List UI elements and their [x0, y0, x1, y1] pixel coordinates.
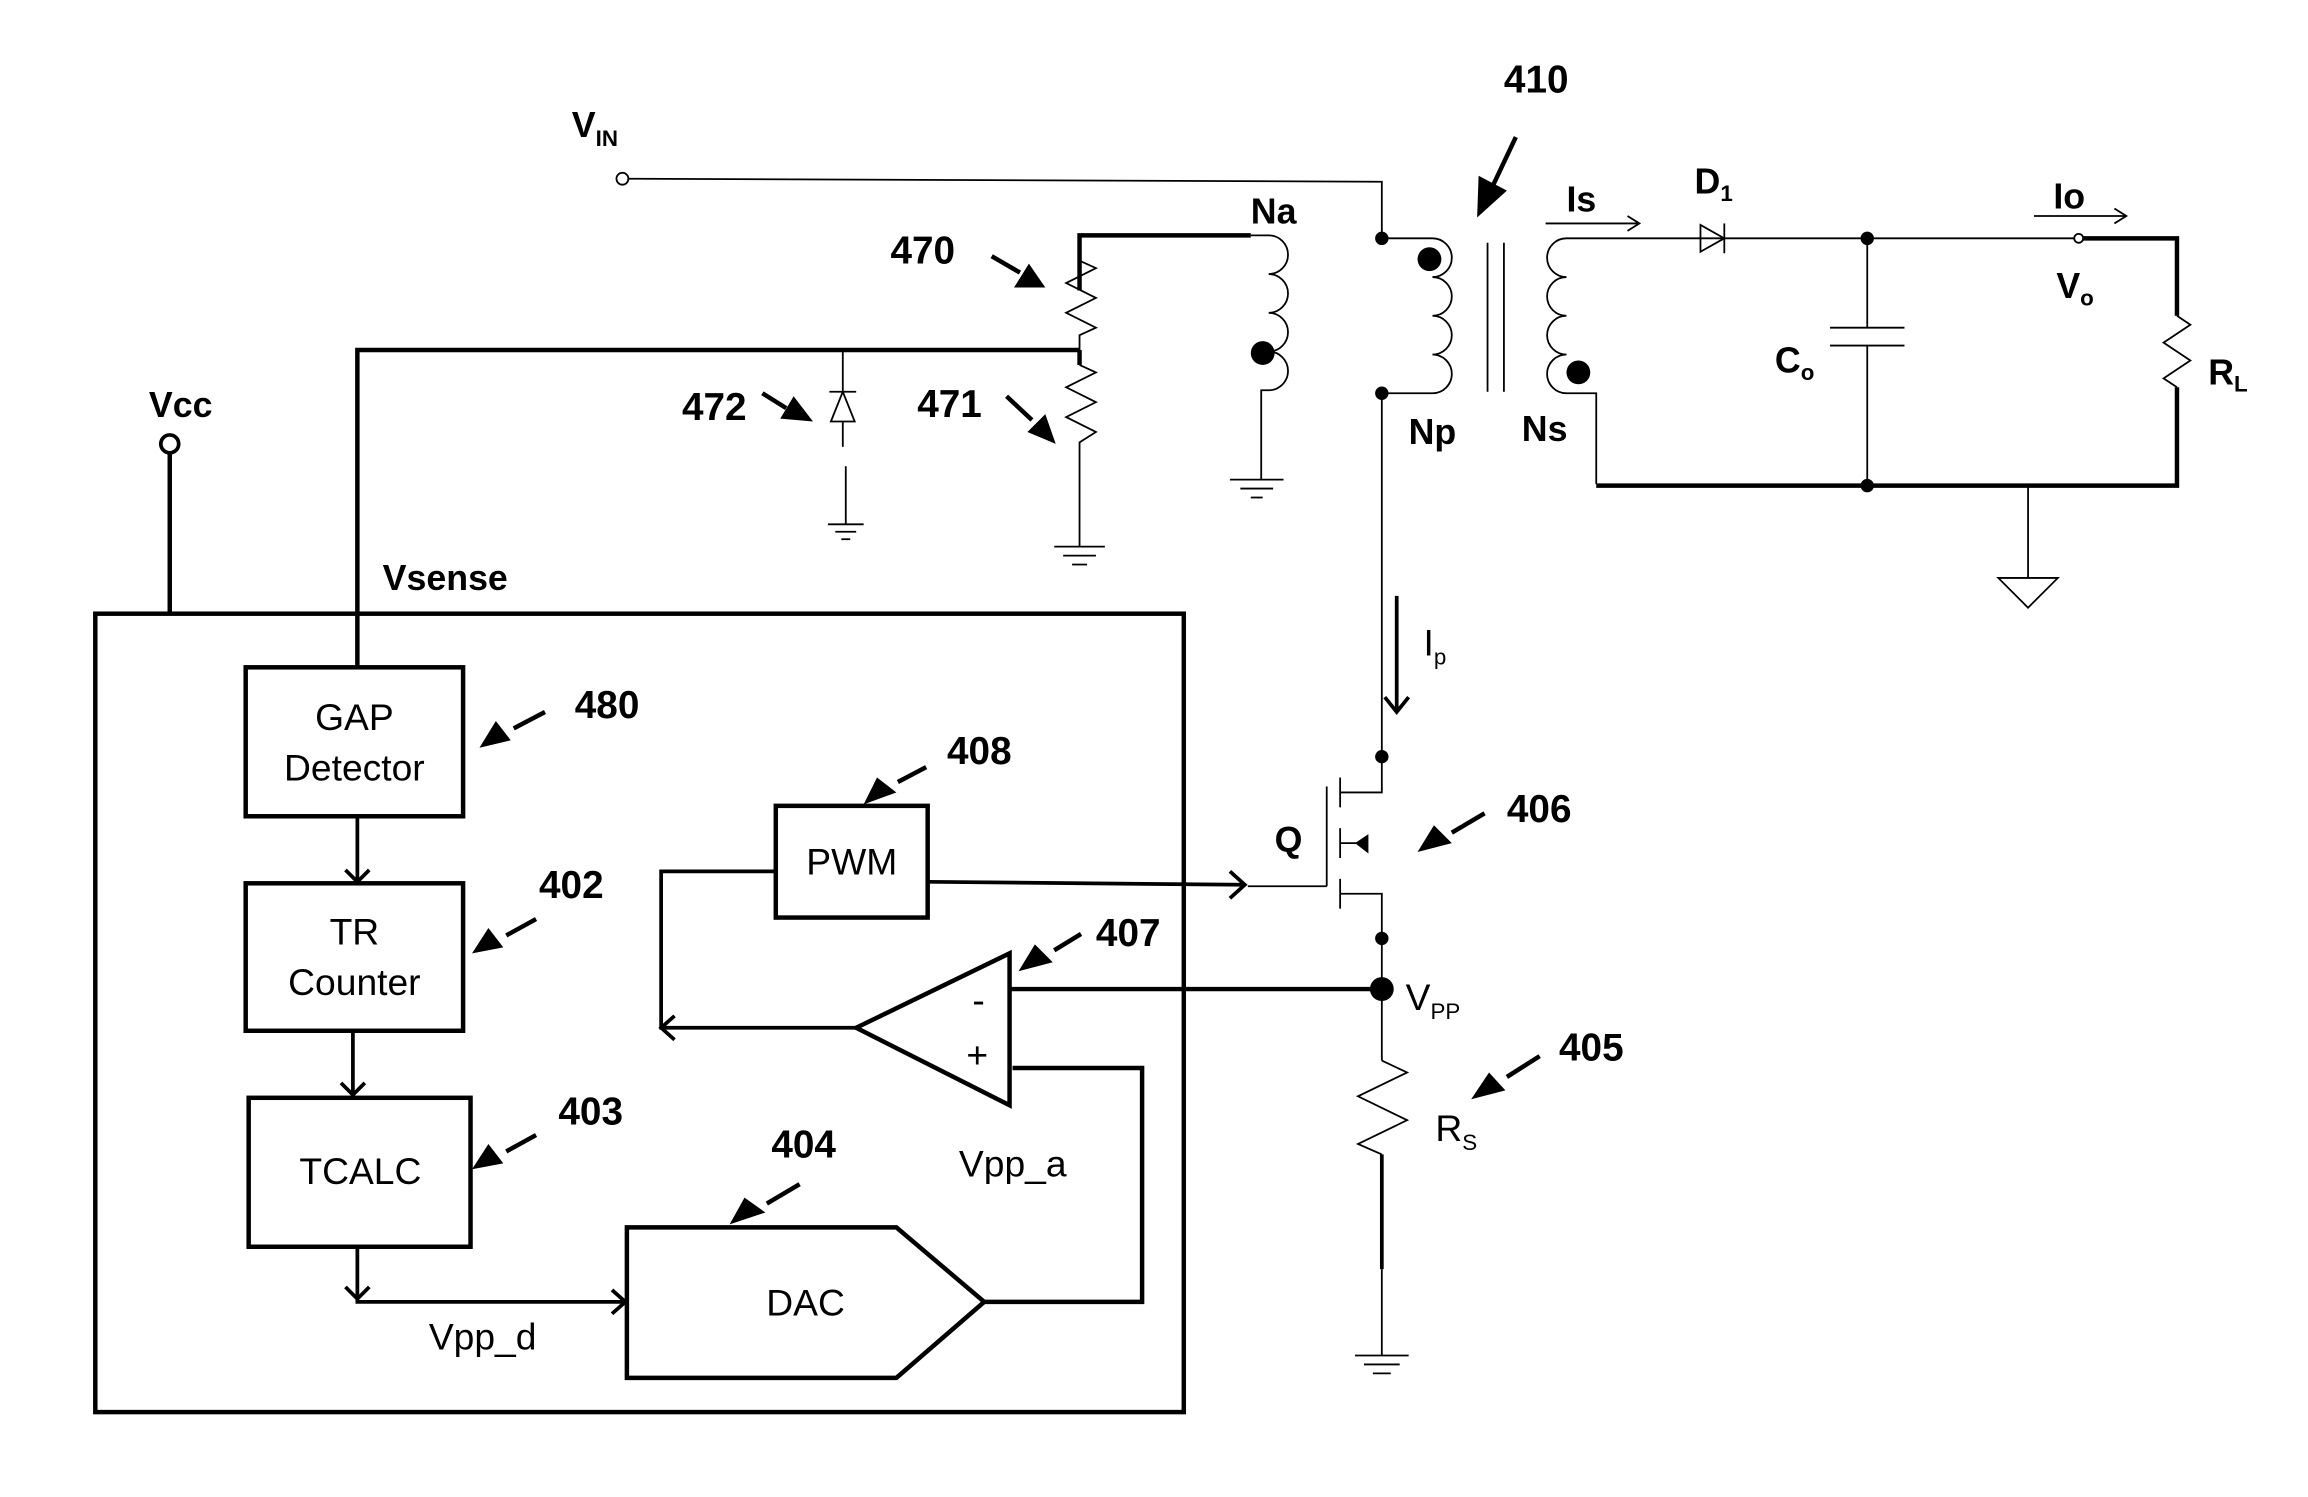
- secondary-polarity-dot: [1566, 360, 1591, 385]
- is-label: Is: [1566, 180, 1596, 220]
- rl-label: RL: [2208, 352, 2247, 396]
- ref-472-arrow: [761, 391, 814, 422]
- aux-top-wire: [1077, 233, 1251, 291]
- ref-404-arrow: [729, 1182, 801, 1225]
- tcalc-label: TCALC: [299, 1150, 421, 1192]
- primary-polarity-dot: [1417, 247, 1442, 272]
- ref-406: 406: [1507, 788, 1572, 831]
- arrow-tcalc-to-dac: [344, 1246, 629, 1316]
- gap-detector-block: [243, 665, 466, 819]
- aux-polarity-dot: [1250, 341, 1275, 365]
- ref-471-arrow: [1005, 394, 1056, 444]
- ip-label: Ip: [1424, 621, 1447, 669]
- gap-detector-line1: GAP: [315, 696, 394, 738]
- output-ground: [1996, 485, 2060, 610]
- ref-404: 404: [771, 1123, 836, 1166]
- q-label: Q: [1275, 820, 1303, 860]
- ns-label: Ns: [1522, 409, 1568, 449]
- ref-402-arrow: [472, 917, 538, 954]
- ref-403: 403: [558, 1091, 623, 1134]
- arrow-gap-to-tr: [344, 816, 371, 885]
- ref-405-arrow: [1471, 1054, 1541, 1100]
- transformer-410: [1375, 231, 2085, 485]
- resistor-471: [1054, 350, 1105, 566]
- na-label: Na: [1251, 191, 1298, 231]
- ref-472: 472: [682, 386, 747, 429]
- vo-terminal: [2073, 232, 2085, 244]
- ref-403-arrow: [472, 1133, 538, 1170]
- tr-counter-line1: TR: [330, 910, 380, 952]
- comparator-407: [851, 949, 1012, 1109]
- d1-label: D1: [1695, 162, 1733, 206]
- rs-label: RS: [1435, 1107, 1477, 1155]
- ref-410-arrow: [1477, 136, 1518, 218]
- secondary-winding: [1546, 237, 2085, 485]
- ref-406-arrow: [1417, 811, 1486, 853]
- ref-405: 405: [1559, 1027, 1624, 1070]
- vpp-a-label: Vpp_a: [959, 1143, 1067, 1185]
- comparator-minus: -: [972, 979, 984, 1021]
- pwm-to-gate-wire: [927, 870, 1248, 900]
- ref-471: 471: [917, 383, 982, 426]
- ref-470-arrow: [990, 254, 1046, 288]
- vin-terminal: [615, 171, 630, 186]
- vpp-d-label: Vpp_d: [429, 1316, 537, 1358]
- vcc-terminal: [158, 433, 181, 455]
- comparator-plus: +: [966, 1034, 988, 1076]
- pwm-label: PWM: [806, 840, 897, 882]
- co-label: Co: [1775, 340, 1814, 384]
- vcc-label: Vcc: [149, 385, 213, 425]
- mosfet-q: [1247, 756, 1383, 939]
- ref-480: 480: [575, 684, 640, 727]
- return-wire: [1596, 387, 2180, 488]
- ref-410: 410: [1504, 58, 1569, 101]
- vpp-label: VPP: [1406, 976, 1461, 1024]
- dac-label: DAC: [766, 1281, 845, 1323]
- np-label: Np: [1409, 412, 1457, 452]
- controller-ic: [93, 611, 1187, 1415]
- ref-407-arrow: [1018, 932, 1083, 972]
- ref-407: 407: [1096, 912, 1161, 955]
- primary-winding: [1381, 237, 1453, 395]
- comparator-to-pwm-wire: [658, 869, 857, 1042]
- ref-402: 402: [539, 864, 604, 907]
- resistor-rs: [1355, 1059, 1410, 1375]
- ref-408: 408: [947, 730, 1012, 773]
- io-label: Io: [2053, 177, 2085, 217]
- diode-472: [827, 350, 864, 541]
- vsense-label: Vsense: [383, 558, 508, 598]
- tr-counter-line2: Counter: [288, 961, 420, 1003]
- ref-480-arrow: [479, 710, 547, 748]
- gap-detector-line2: Detector: [284, 747, 425, 789]
- arrow-tr-to-tcalc: [339, 1030, 367, 1098]
- vin-label: VIN: [572, 105, 618, 151]
- ip-arrow: [1383, 595, 1411, 715]
- schematic-canvas: VIN Np Ns 410 Na 470 471 472 Is D1 Co Io…: [93, 58, 2248, 1415]
- ref-470: 470: [890, 230, 955, 273]
- tr-counter-block: [243, 881, 466, 1034]
- vo-label: Vo: [2056, 266, 2093, 310]
- capacitor-co: [1830, 238, 1905, 486]
- aux-winding: [1077, 233, 1289, 499]
- rl-top-wire: [2083, 236, 2180, 316]
- resistor-rl: [2161, 315, 2192, 389]
- ref-408-arrow: [863, 765, 928, 805]
- co-bottom-junction: [1860, 478, 1874, 493]
